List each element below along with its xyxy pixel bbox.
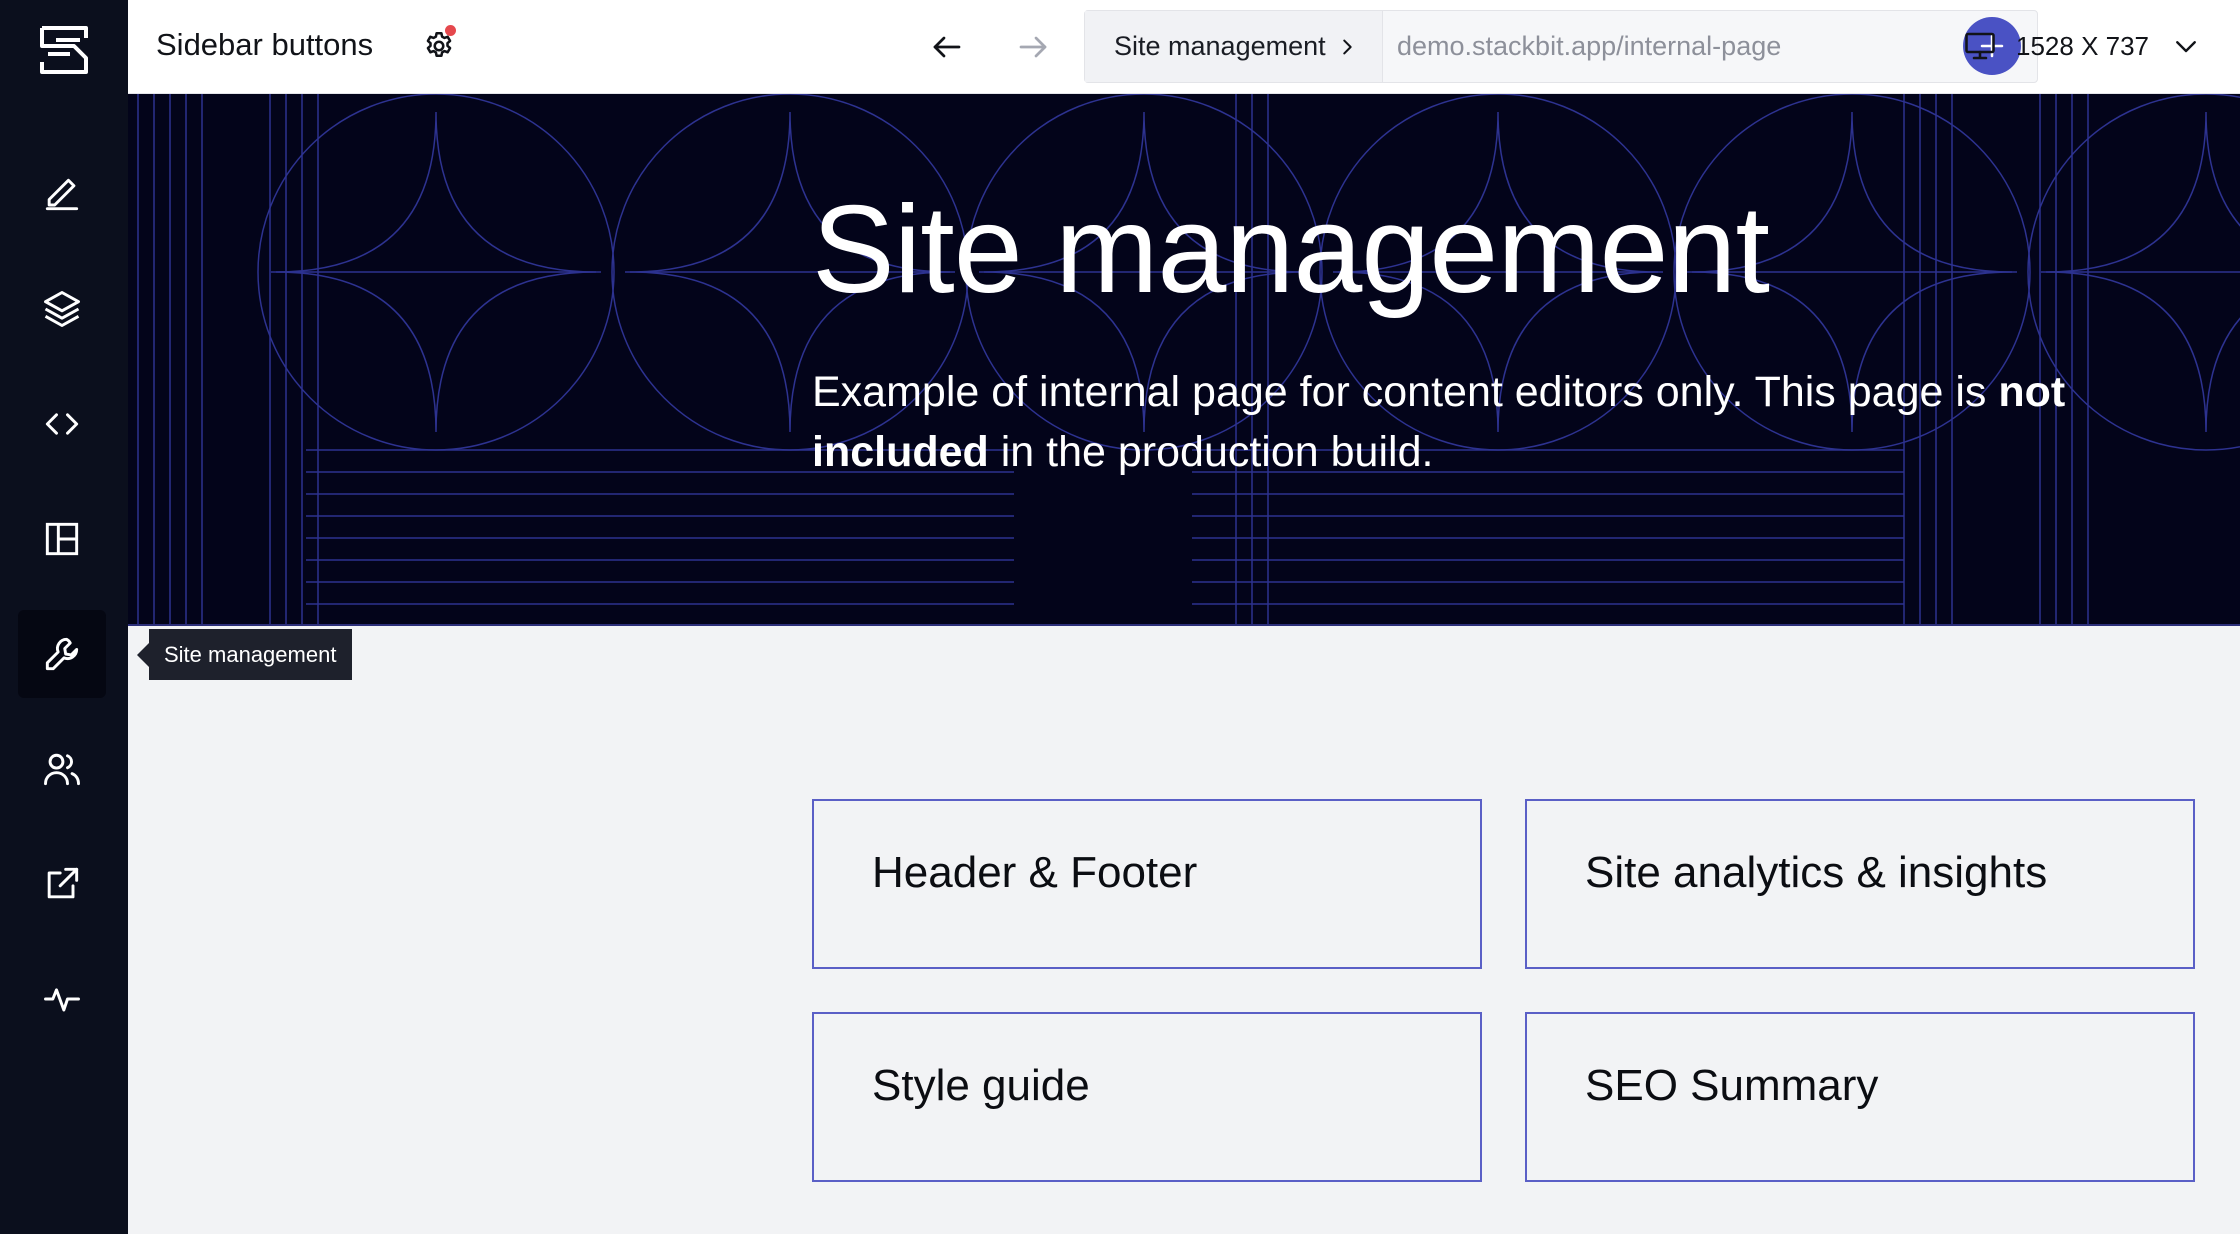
card-label: Header & Footer [872,848,1198,897]
sidebar-item-edit[interactable] [18,150,106,238]
device-size-label: 1528 X 737 [2016,30,2150,61]
hero-description: Example of internal page for content edi… [812,362,2152,482]
code-icon [45,413,79,435]
project-title: Sidebar buttons [156,27,374,62]
hero-section: Site management Example of internal page… [128,94,2240,626]
settings-button[interactable] [419,25,459,66]
notification-dot [445,25,456,36]
card-style-guide[interactable]: Style guide [812,1012,1482,1182]
monitor-icon [1962,28,1998,64]
hero-pattern [137,94,2240,624]
url-bar: Site management demo.stackbit.app/intern… [1084,10,2038,83]
sidebar-item-site-management[interactable] [18,610,106,698]
card-label: SEO Summary [1585,1061,1879,1110]
layers-icon [44,291,80,327]
arrow-left-icon [933,36,961,58]
sidebar-item-open-site[interactable] [18,840,106,928]
sidebar-item-layout[interactable] [18,495,106,583]
card-label: Site analytics & insights [1585,848,2048,897]
layout-icon [45,522,79,556]
chevron-right-icon [1342,39,1352,54]
chevron-down-icon [2171,31,2201,61]
stackbit-logo-icon[interactable] [34,20,94,80]
sidebar-item-activity[interactable] [18,955,106,1043]
url-text[interactable]: demo.stackbit.app/internal-page [1397,11,1781,82]
arrow-right-icon [1019,36,1047,58]
card-site-analytics[interactable]: Site analytics & insights [1525,799,2195,969]
top-bar: Sidebar buttons Site management demo.sta… [128,0,2240,94]
hero-title: Site management [812,181,1770,319]
activity-icon [44,988,80,1012]
back-button[interactable] [925,25,969,69]
wrench-icon [45,637,79,671]
card-label: Style guide [872,1061,1090,1110]
users-icon [44,753,80,786]
sidebar-item-code[interactable] [18,380,106,468]
sidebar-tooltip: Site management [136,629,353,680]
card-seo-summary[interactable]: SEO Summary [1525,1012,2195,1182]
forward-button[interactable] [1011,25,1055,69]
hero-desc-text-1: Example of internal page for content edi… [812,368,1999,416]
pencil-icon [45,178,79,211]
sidebar-rail [0,0,128,1234]
device-size-selector[interactable]: 1528 X 737 [1962,26,2201,66]
card-header-footer[interactable]: Header & Footer [812,799,1482,969]
page-selector-label: Site management [1114,31,1326,61]
page-selector[interactable]: Site management [1085,11,1383,82]
hero-desc-text-2: in the production build. [988,428,1434,476]
sidebar-item-collaborators[interactable] [18,725,106,813]
external-link-icon [47,867,79,899]
sidebar-item-content[interactable] [18,265,106,353]
